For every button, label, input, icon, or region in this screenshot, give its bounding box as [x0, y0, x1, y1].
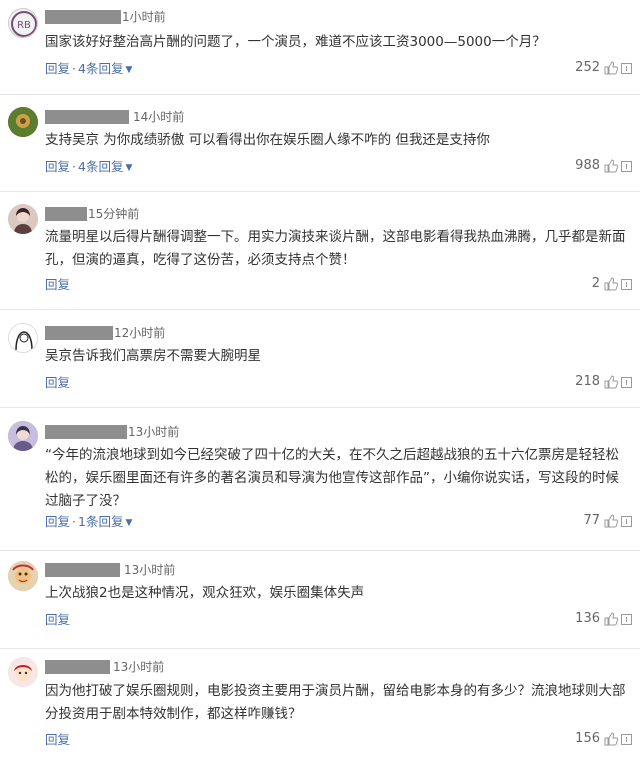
separator: ·: [72, 514, 76, 529]
comment-text: 国家该好好整治高片酬的问题了，一个演员，难道不应该工资3000—5000一个月？: [45, 34, 546, 50]
report-icon[interactable]: [621, 377, 632, 388]
report-icon[interactable]: [621, 63, 632, 74]
thumbs-up-icon[interactable]: [604, 277, 618, 291]
comment-actions: 回复 · 4条回复 ▼: [45, 61, 132, 78]
sketch-avatar-image: [9, 324, 37, 352]
reply-button[interactable]: 回复: [45, 732, 70, 747]
cartoon-avatar-image: [8, 561, 38, 591]
thumbs-up-icon[interactable]: [604, 159, 618, 173]
comment-time: 15分钟前: [88, 207, 140, 221]
comment-text: “今年的流浪地球到如今已经突破了四十亿的大关，在不久之后超越战狼的五十六亿票房是…: [45, 447, 619, 509]
comment-actions: 回复: [45, 277, 70, 293]
view-replies-button[interactable]: 4条回复: [78, 159, 123, 174]
comment-item: 15分钟前 流量明星以后得片酬得调整一下。用实力演技来谈片酬，这部电影看得我热血…: [0, 192, 640, 310]
comment-time: 13小时前: [124, 563, 176, 577]
redacted-username: [45, 207, 87, 221]
comment-actions: 回复: [45, 732, 70, 748]
comment-text: 支持吴京 为你成绩骄傲 可以看得出你在娱乐圈人缘不咋的 但我还是支持你: [45, 132, 490, 148]
avatar[interactable]: [8, 561, 38, 591]
comment-item: 13小时前 “今年的流浪地球到如今已经突破了四十亿的大关，在不久之后超越战狼的五…: [0, 408, 640, 551]
reply-button[interactable]: 回复: [45, 159, 70, 174]
comment-time: 13小时前: [113, 660, 165, 674]
comment-actions: 回复 · 1条回复 ▼: [45, 514, 132, 531]
thumbs-up-icon[interactable]: [604, 375, 618, 389]
comment-time: 12小时前: [114, 326, 166, 340]
like-count: 252: [575, 60, 600, 75]
redacted-username: [45, 326, 113, 340]
comment-actions: 回复: [45, 612, 70, 628]
separator: ·: [72, 159, 76, 174]
leaf-avatar-image: [8, 107, 38, 137]
comment-actions: 回复 · 4条回复 ▼: [45, 159, 132, 176]
redacted-username: [45, 425, 127, 439]
like-count: 2: [591, 276, 600, 291]
report-icon[interactable]: [621, 161, 632, 172]
thumbs-up-icon[interactable]: [604, 61, 618, 75]
cartoon-avatar-image: [8, 657, 38, 687]
view-replies-button[interactable]: 1条回复: [78, 514, 123, 529]
avatar[interactable]: [8, 323, 38, 353]
reply-button[interactable]: 回复: [45, 61, 70, 76]
reply-button[interactable]: 回复: [45, 612, 70, 627]
comment-time: 13小时前: [128, 425, 180, 439]
chevron-down-icon[interactable]: ▼: [125, 160, 132, 176]
comment-item: 13小时前 上次战狼2也是这种情况，观众狂欢，娱乐圈集体失声 回复 136: [0, 551, 640, 649]
comment-text: 因为他打破了娱乐圈规则，电影投资主要用于演员片酬，留给电影本身的有多少？流浪地球…: [45, 683, 626, 722]
comment-text: 上次战狼2也是这种情况，观众狂欢，娱乐圈集体失声: [45, 585, 365, 601]
report-icon[interactable]: [621, 614, 632, 625]
like-count: 156: [575, 731, 600, 746]
separator: ·: [72, 61, 76, 76]
report-icon[interactable]: [621, 516, 632, 527]
redacted-username: [45, 563, 120, 577]
seal-avatar-image: RB: [11, 11, 37, 37]
view-replies-button[interactable]: 4条回复: [78, 61, 123, 76]
avatar[interactable]: [8, 421, 38, 451]
like-count: 77: [583, 513, 600, 528]
avatar[interactable]: RB: [8, 8, 38, 38]
chevron-down-icon[interactable]: ▼: [125, 515, 132, 531]
comment-item: RB 1小时前 国家该好好整治高片酬的问题了，一个演员，难道不应该工资3000—…: [0, 0, 640, 95]
thumbs-up-icon[interactable]: [604, 514, 618, 528]
comment-time: 14小时前: [133, 110, 185, 124]
comment-text: 吴京告诉我们高票房不需要大腕明星: [45, 348, 261, 364]
avatar[interactable]: [8, 204, 38, 234]
avatar[interactable]: [8, 657, 38, 687]
redacted-username: [45, 110, 129, 124]
chevron-down-icon[interactable]: ▼: [125, 62, 132, 78]
person-avatar-image: [8, 204, 38, 234]
comment-item: 13小时前 因为他打破了娱乐圈规则，电影投资主要用于演员片酬，留给电影本身的有多…: [0, 649, 640, 757]
avatar[interactable]: [8, 107, 38, 137]
comment-actions: 回复: [45, 375, 70, 391]
reply-button[interactable]: 回复: [45, 277, 70, 292]
comment-time: 1小时前: [122, 10, 166, 24]
reply-button[interactable]: 回复: [45, 514, 70, 529]
comment-text: 流量明星以后得片酬得调整一下。用实力演技来谈片酬，这部电影看得我热血沸腾，几乎都…: [45, 229, 626, 268]
redacted-username: [45, 10, 121, 24]
report-icon[interactable]: [621, 734, 632, 745]
thumbs-up-icon[interactable]: [604, 612, 618, 626]
comment-item: 12小时前 吴京告诉我们高票房不需要大腕明星 回复 218: [0, 310, 640, 408]
like-count: 988: [575, 158, 600, 173]
thumbs-up-icon[interactable]: [604, 732, 618, 746]
svg-text:RB: RB: [17, 20, 31, 31]
like-count: 218: [575, 374, 600, 389]
reply-button[interactable]: 回复: [45, 375, 70, 390]
report-icon[interactable]: [621, 279, 632, 290]
comment-item: 14小时前 支持吴京 为你成绩骄傲 可以看得出你在娱乐圈人缘不咋的 但我还是支持…: [0, 95, 640, 192]
person-avatar-image: [8, 421, 38, 451]
redacted-username: [45, 660, 110, 674]
like-count: 136: [575, 611, 600, 626]
